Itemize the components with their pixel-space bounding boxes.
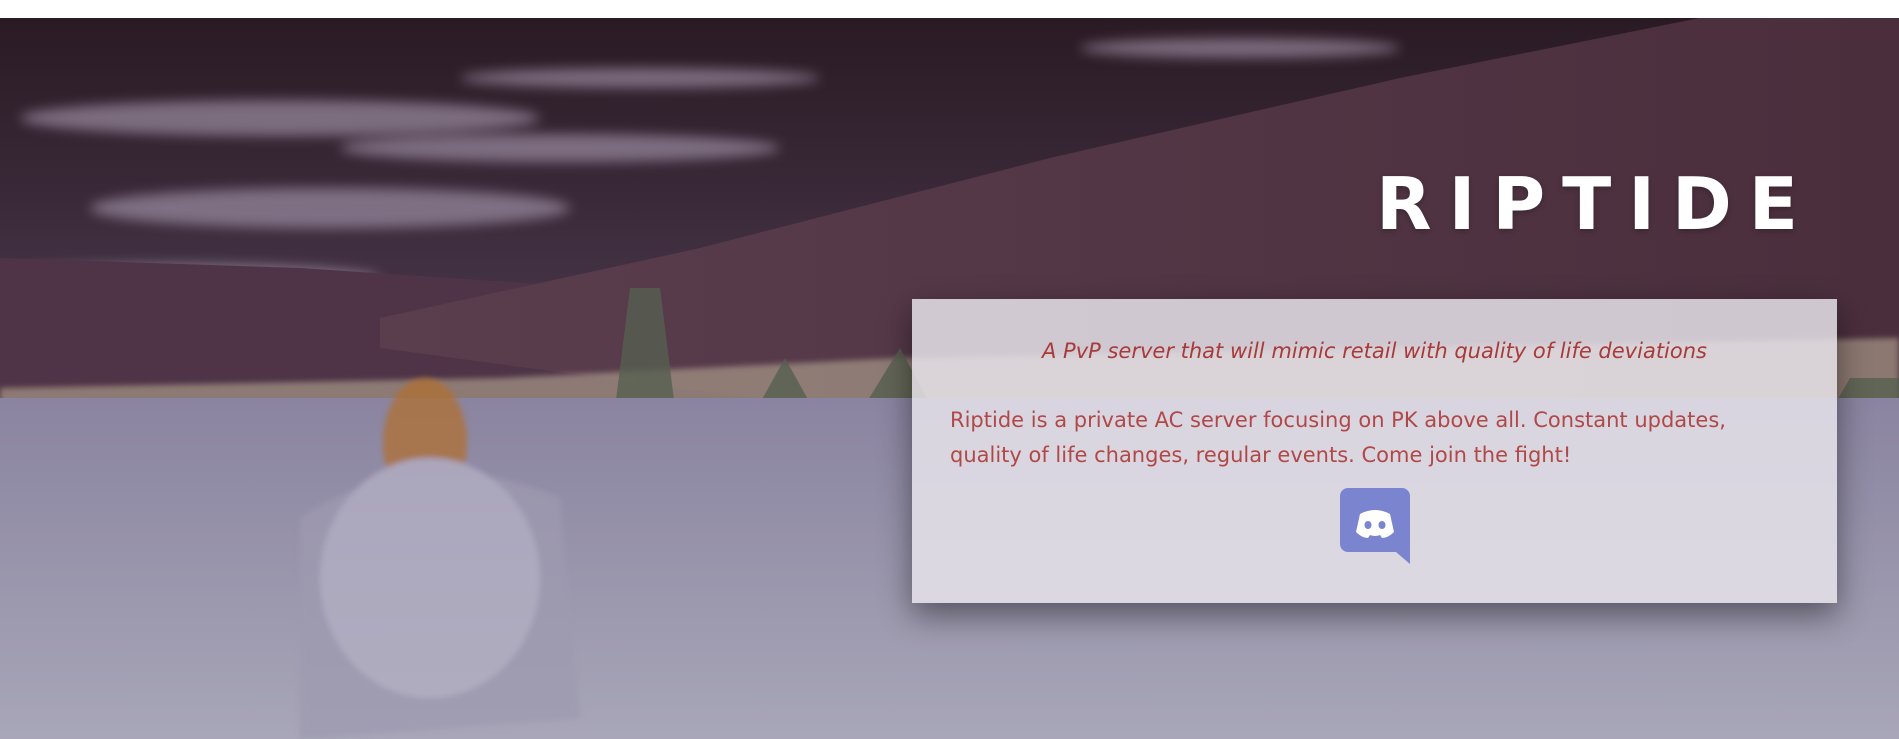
server-description: Riptide is a private AC server focusing … [950,408,1726,467]
site-title: RIPTIDE [1376,162,1815,246]
info-card: A PvP server that will mimic retail with… [912,299,1837,603]
tagline: A PvP server that will mimic retail with… [1042,339,1707,363]
top-white-strip [0,0,1899,18]
discord-link[interactable] [1339,488,1410,564]
discord-icon [1339,488,1410,564]
hero-banner: RIPTIDE A PvP server that will mimic ret… [0,18,1899,739]
